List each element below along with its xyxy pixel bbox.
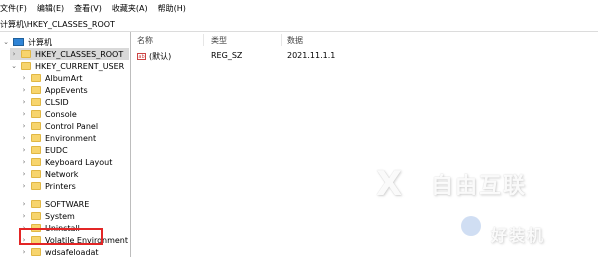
menu-file[interactable]: 文件(F) <box>0 3 27 14</box>
folder-icon <box>31 182 41 190</box>
value-name: (默认) <box>149 52 172 61</box>
tree-item-label: Console <box>45 109 77 119</box>
tree-item-wdsafeloadat[interactable]: › wdsafeloadat <box>20 246 99 257</box>
tree-item-label: Network <box>45 169 79 179</box>
watermark-brand-2: 好装机 <box>491 226 546 245</box>
tree-item-label: SOFTWARE <box>45 199 90 209</box>
folder-icon <box>31 212 41 220</box>
folder-icon <box>21 50 31 58</box>
chevron-down-icon[interactable]: ⌄ <box>2 37 10 47</box>
chevron-right-icon[interactable]: › <box>20 169 28 179</box>
tree-item-label: Keyboard Layout <box>45 157 113 167</box>
chevron-right-icon[interactable]: › <box>20 121 28 131</box>
menu-help[interactable]: 帮助(H) <box>158 3 186 14</box>
folder-icon <box>31 134 41 142</box>
tree-item-label: AppEvents <box>45 85 88 95</box>
tree-item-label: System <box>45 211 75 221</box>
folder-icon <box>31 110 41 118</box>
tree-item-appevents[interactable]: › AppEvents <box>20 84 88 96</box>
menu-bar: 文件(F) 编辑(E) 查看(V) 收藏夹(A) 帮助(H) <box>0 0 598 16</box>
chevron-right-icon[interactable]: › <box>20 199 28 209</box>
tree-item-label: Environment <box>45 133 97 143</box>
tree-item-keyboard-layout[interactable]: › Keyboard Layout <box>20 156 113 168</box>
value-data: 2021.11.1.1 <box>287 51 336 60</box>
tree-root-computer[interactable]: ⌄ 计算机 <box>2 36 52 48</box>
column-name-header[interactable]: 名称 <box>137 35 153 46</box>
folder-icon <box>21 62 31 70</box>
values-list: 名称 类型 数据 ab (默认) REG_SZ 2021.11.1.1 X 自由互… <box>131 32 598 257</box>
chevron-right-icon[interactable]: › <box>20 109 28 119</box>
tree-item-albumart[interactable]: › AlbumArt <box>20 72 83 84</box>
tree-item-label: Control Panel <box>45 121 99 131</box>
folder-icon <box>31 86 41 94</box>
folder-icon <box>31 146 41 154</box>
chevron-right-icon[interactable]: › <box>20 73 28 83</box>
chevron-right-icon[interactable]: › <box>20 247 28 257</box>
tree-item-printers[interactable]: › Printers <box>20 180 76 192</box>
chevron-right-icon[interactable]: › <box>20 133 28 143</box>
folder-icon <box>31 98 41 106</box>
computer-icon <box>13 38 24 46</box>
string-value-icon: ab <box>137 53 146 60</box>
column-data-header[interactable]: 数据 <box>287 35 303 46</box>
chevron-right-icon[interactable]: › <box>20 97 28 107</box>
chevron-right-icon[interactable]: › <box>20 211 28 221</box>
tree-item-label: Printers <box>45 181 76 191</box>
watermark-x-icon: X <box>376 164 403 204</box>
tree-item-hkey-current-user[interactable]: ⌄ HKEY_CURRENT_USER <box>10 60 124 72</box>
folder-icon <box>31 200 41 208</box>
tree-item-system[interactable]: › System <box>20 210 75 222</box>
tree-item-label: HKEY_CURRENT_USER <box>35 61 125 71</box>
folder-icon <box>31 74 41 82</box>
tree-item-label: HKEY_CLASSES_ROOT <box>35 49 124 59</box>
folder-icon <box>31 158 41 166</box>
value-type: REG_SZ <box>211 51 243 60</box>
tree-item-hkey-classes-root[interactable]: › HKEY_CLASSES_ROOT <box>10 48 130 60</box>
folder-icon <box>31 170 41 178</box>
chevron-right-icon[interactable]: › <box>20 85 28 95</box>
tree-item-label: EUDC <box>45 145 68 155</box>
menu-favorites[interactable]: 收藏夹(A) <box>112 3 148 14</box>
address-bar[interactable]: 计算机\HKEY_CLASSES_ROOT <box>0 17 598 32</box>
tree-root-label: 计算机 <box>28 37 52 47</box>
chevron-right-icon[interactable]: › <box>20 157 28 167</box>
chevron-down-icon[interactable]: ⌄ <box>10 61 18 71</box>
tree-item-software[interactable]: › SOFTWARE <box>20 198 90 210</box>
tree-item-console[interactable]: › Console <box>20 108 77 120</box>
value-name-cell: ab (默认) <box>137 51 171 62</box>
software-highlight-box <box>19 228 103 245</box>
chevron-right-icon[interactable]: › <box>20 181 28 191</box>
tree-item-network[interactable]: › Network <box>20 168 79 180</box>
tree-item-clsid[interactable]: › CLSID <box>20 96 69 108</box>
chevron-right-icon[interactable]: › <box>10 49 18 59</box>
registry-tree: ⌄ 计算机 › HKEY_CLASSES_ROOT ⌄ HKEY_CURRENT… <box>0 32 130 257</box>
column-separator[interactable] <box>203 34 204 46</box>
folder-icon <box>31 122 41 130</box>
menu-view[interactable]: 查看(V) <box>74 3 102 14</box>
list-item[interactable]: ab (默认) REG_SZ 2021.11.1.1 <box>131 50 598 62</box>
tree-item-label: CLSID <box>45 97 69 107</box>
address-text: 计算机\HKEY_CLASSES_ROOT <box>0 19 115 29</box>
tree-item-control-panel[interactable]: › Control Panel <box>20 120 98 132</box>
watermark-logo-icon <box>461 216 481 236</box>
tree-item-eudc[interactable]: › EUDC <box>20 144 68 156</box>
folder-icon <box>31 248 41 256</box>
column-type-header[interactable]: 类型 <box>211 35 227 46</box>
menu-edit[interactable]: 编辑(E) <box>37 3 64 14</box>
chevron-right-icon[interactable]: › <box>20 145 28 155</box>
watermark-brand-1: 自由互联 <box>431 174 528 199</box>
tree-item-environment[interactable]: › Environment <box>20 132 97 144</box>
list-header: 名称 类型 数据 <box>131 32 598 48</box>
tree-item-label: AlbumArt <box>45 73 83 83</box>
column-separator[interactable] <box>281 34 282 46</box>
tree-item-label: wdsafeloadat <box>45 247 99 257</box>
